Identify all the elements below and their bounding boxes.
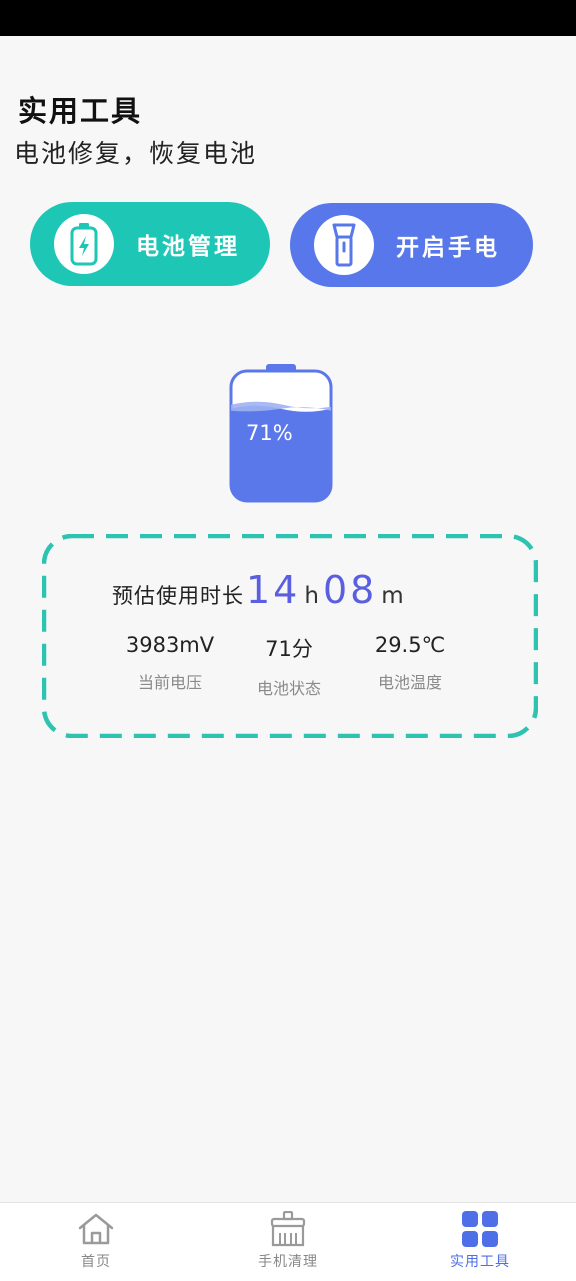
estimate-minutes: 08 <box>322 568 378 612</box>
estimate-label: 预估使用时长 <box>112 584 244 608</box>
stat-temperature: 29.5℃ 电池温度 <box>360 633 460 693</box>
estimate-minutes-unit: m <box>381 583 404 609</box>
nav-item-tools[interactable]: 实用工具 <box>384 1203 576 1281</box>
temperature-caption: 电池温度 <box>377 673 442 692</box>
stat-battery-status: 71分 电池状态 <box>239 633 339 699</box>
estimated-usage-time: 预估使用时长 14 h 08 m <box>112 568 406 618</box>
nav-item-phone-clean[interactable]: 手机清理 <box>192 1203 384 1281</box>
flashlight-icon <box>314 215 374 275</box>
broom-icon <box>268 1211 308 1247</box>
temperature-value: 29.5℃ <box>374 633 446 657</box>
flashlight-button[interactable]: 开启手电 <box>290 203 533 287</box>
battery-manage-label: 电池管理 <box>136 234 240 260</box>
home-icon <box>76 1211 116 1247</box>
battery-manage-button[interactable]: 电池管理 <box>30 202 270 286</box>
voltage-caption: 当前电压 <box>137 673 202 692</box>
page-title: 实用工具 <box>18 94 143 128</box>
page-subtitle: 电池修复，恢复电池 <box>14 139 258 168</box>
battery-percent: 71% <box>246 421 293 445</box>
status-caption: 电池状态 <box>256 679 321 698</box>
nav-item-home[interactable]: 首页 <box>0 1203 192 1281</box>
grid-icon <box>460 1211 500 1247</box>
nav-label-phone-clean: 手机清理 <box>258 1254 318 1270</box>
flashlight-label: 开启手电 <box>396 235 500 261</box>
estimate-hours: 14 <box>246 568 301 612</box>
voltage-value: 3983mV <box>125 633 215 657</box>
estimate-hours-unit: h <box>304 583 319 609</box>
status-value: 71分 <box>265 637 313 661</box>
status-bar <box>0 0 576 36</box>
bottom-nav: 首页 手机清理 实用工具 <box>0 1202 576 1281</box>
stat-voltage: 3983mV 当前电压 <box>120 633 220 693</box>
battery-charging-icon <box>54 214 114 274</box>
nav-label-tools: 实用工具 <box>450 1254 510 1270</box>
nav-label-home: 首页 <box>81 1254 111 1270</box>
